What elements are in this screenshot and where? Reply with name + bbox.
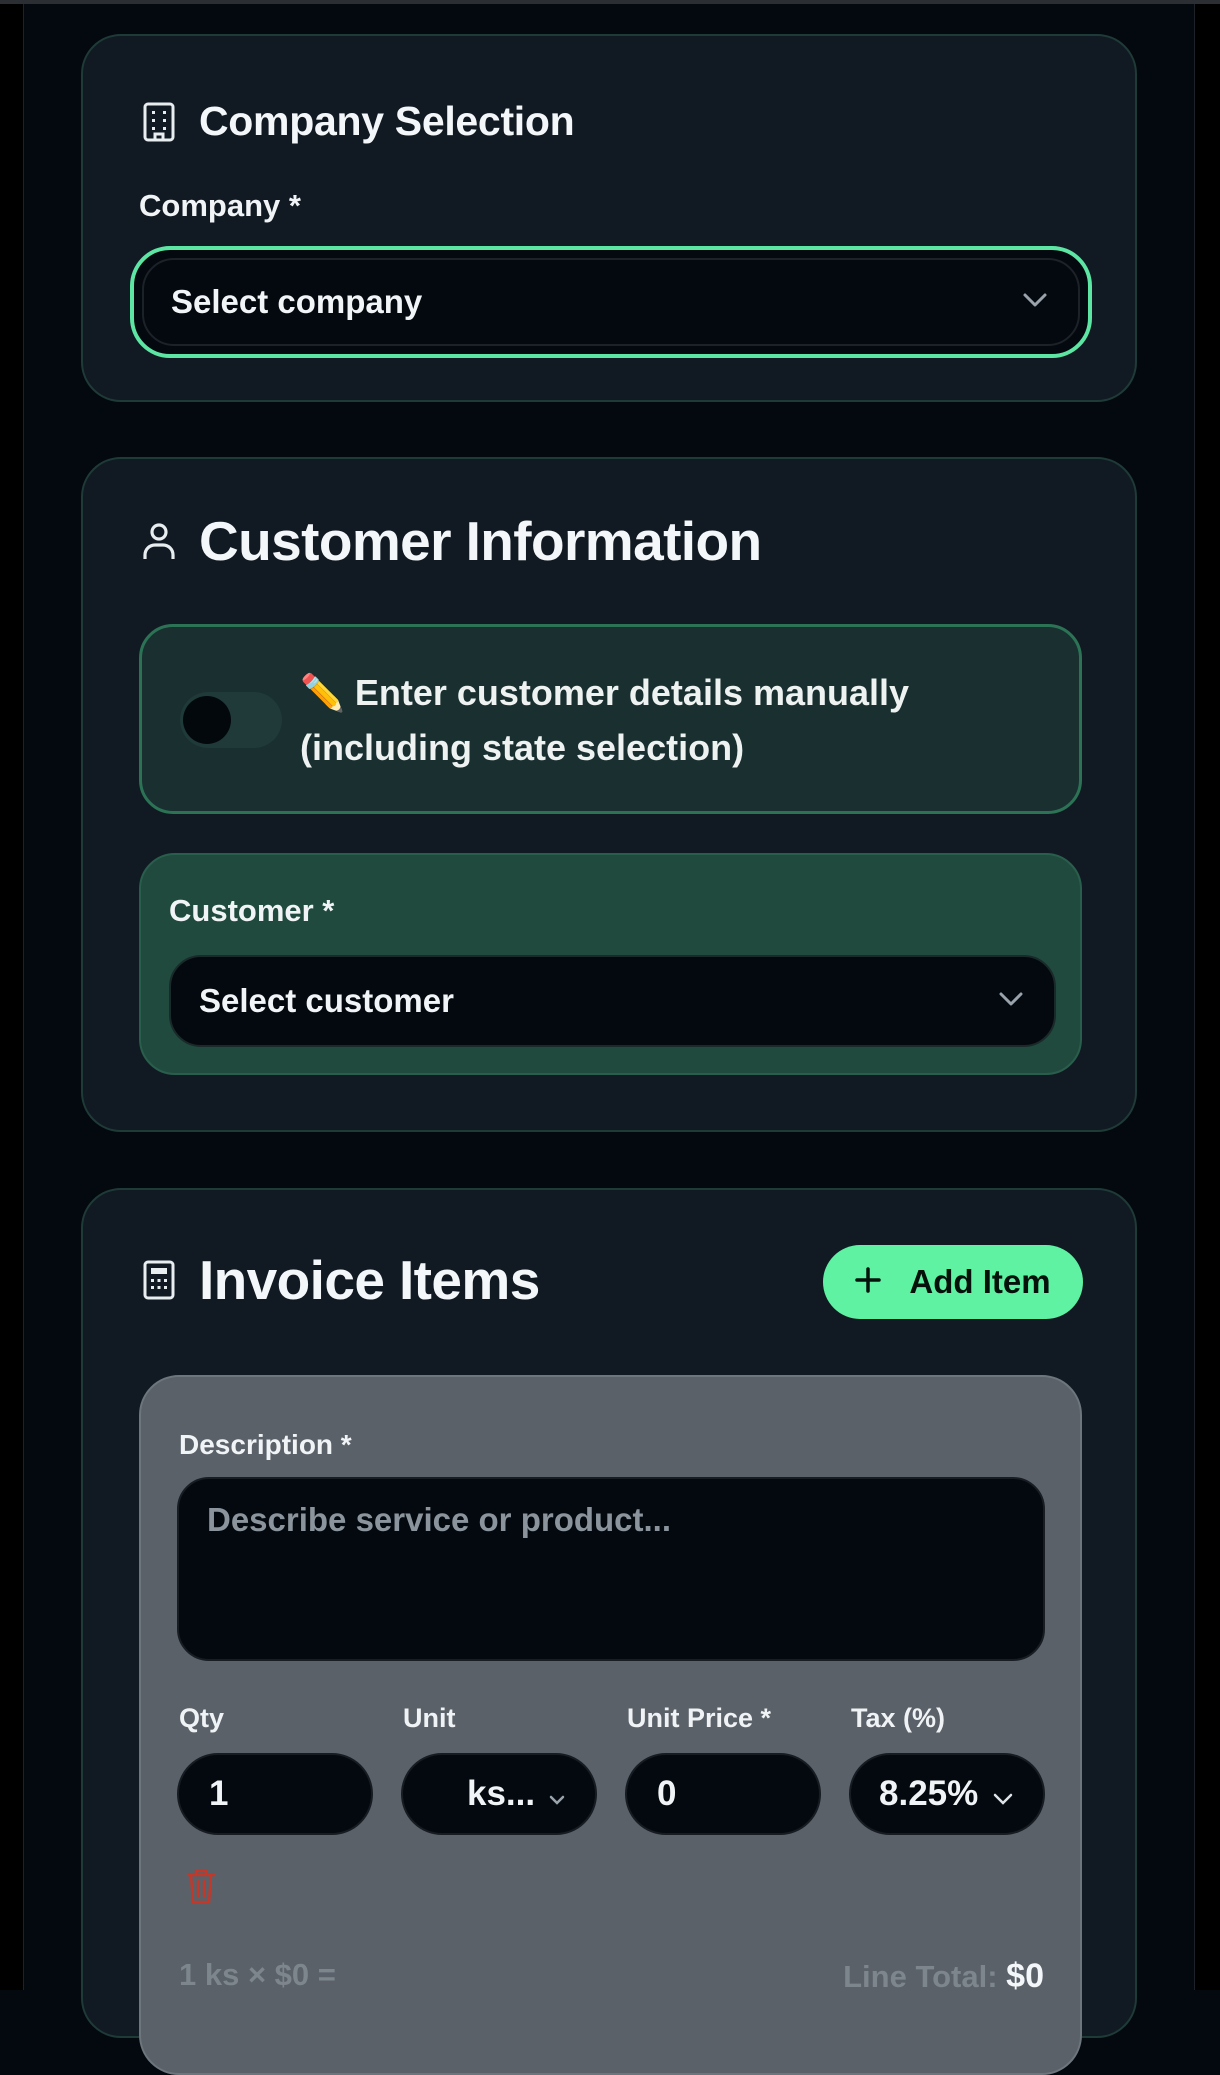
chevron-down-icon [549,1774,565,1814]
description-label: Description * [179,1429,352,1460]
building-icon [139,102,179,142]
tax-label: Tax (%) [851,1703,946,1733]
qty-input[interactable]: 1 [177,1753,373,1835]
customer-field-label: Customer * [169,893,335,928]
unit-price-input[interactable]: 0 [625,1753,821,1835]
manual-entry-box: ✏️ Enter customer details manually (incl… [139,624,1082,814]
company-section-title: Company Selection [199,98,575,144]
add-item-button[interactable]: Add Item [823,1245,1083,1319]
qty-label: Qty [179,1703,225,1733]
tax-value: 8.25% [879,1774,979,1813]
trash-icon[interactable] [185,1867,217,1905]
chevron-down-icon [1022,292,1048,313]
manual-entry-text-wrap: ✏️ Enter customer details manually (incl… [300,665,1020,775]
plus-icon [855,1263,882,1301]
line-total: Line Total: $0 [843,1957,1044,1996]
customer-information-card: Customer Information ✏️ Enter customer d… [81,457,1137,1132]
manual-entry-label: Enter customer details manually (includi… [300,672,910,768]
unit-value: ks... [467,1774,536,1813]
unit-price-value: 0 [657,1774,677,1813]
toggle-knob [183,696,231,744]
description-input[interactable]: Describe service or product... [177,1477,1045,1661]
unit-price-label: Unit Price * [627,1703,772,1733]
pencil-icon: ✏️ [300,672,345,713]
items-section-header: Invoice Items [139,1248,540,1312]
chevron-down-icon [998,991,1024,1012]
company-select-value: Select company [171,283,423,320]
calculator-icon [139,1260,179,1300]
customer-select-box: Customer * Select customer [139,853,1082,1075]
chevron-down-icon [993,1774,1013,1814]
company-field-label: Company * [139,188,301,223]
top-edge [0,0,1220,4]
company-selection-card: Company Selection Company * Select compa… [81,34,1137,402]
manual-entry-toggle[interactable] [180,692,282,748]
customer-select[interactable]: Select customer [169,955,1056,1047]
line-total-label: Line Total: [843,1959,998,1994]
tax-select[interactable]: 8.25% [849,1753,1045,1835]
company-section-header: Company Selection [139,98,575,145]
left-gutter [0,4,24,1990]
items-section-title: Invoice Items [199,1249,540,1311]
invoice-items-card: Invoice Items Add Item Description * Des… [81,1188,1137,2075]
unit-select[interactable]: ks... [401,1753,597,1835]
right-gutter [1194,4,1220,1990]
unit-label: Unit [403,1703,456,1733]
user-icon [139,521,179,561]
description-placeholder: Describe service or product... [207,1501,672,1538]
customer-section-header: Customer Information [139,509,762,573]
company-select[interactable]: Select company [130,246,1092,358]
customer-select-value: Select customer [199,982,454,1019]
customer-section-title: Customer Information [199,510,762,572]
qty-value: 1 [209,1774,229,1813]
line-calculation: 1 ks × $0 = [179,1957,336,1992]
line-total-value: $0 [1006,1957,1044,1995]
add-item-label: Add Item [909,1263,1051,1300]
invoice-item-row: Description * Describe service or produc… [139,1375,1082,2075]
